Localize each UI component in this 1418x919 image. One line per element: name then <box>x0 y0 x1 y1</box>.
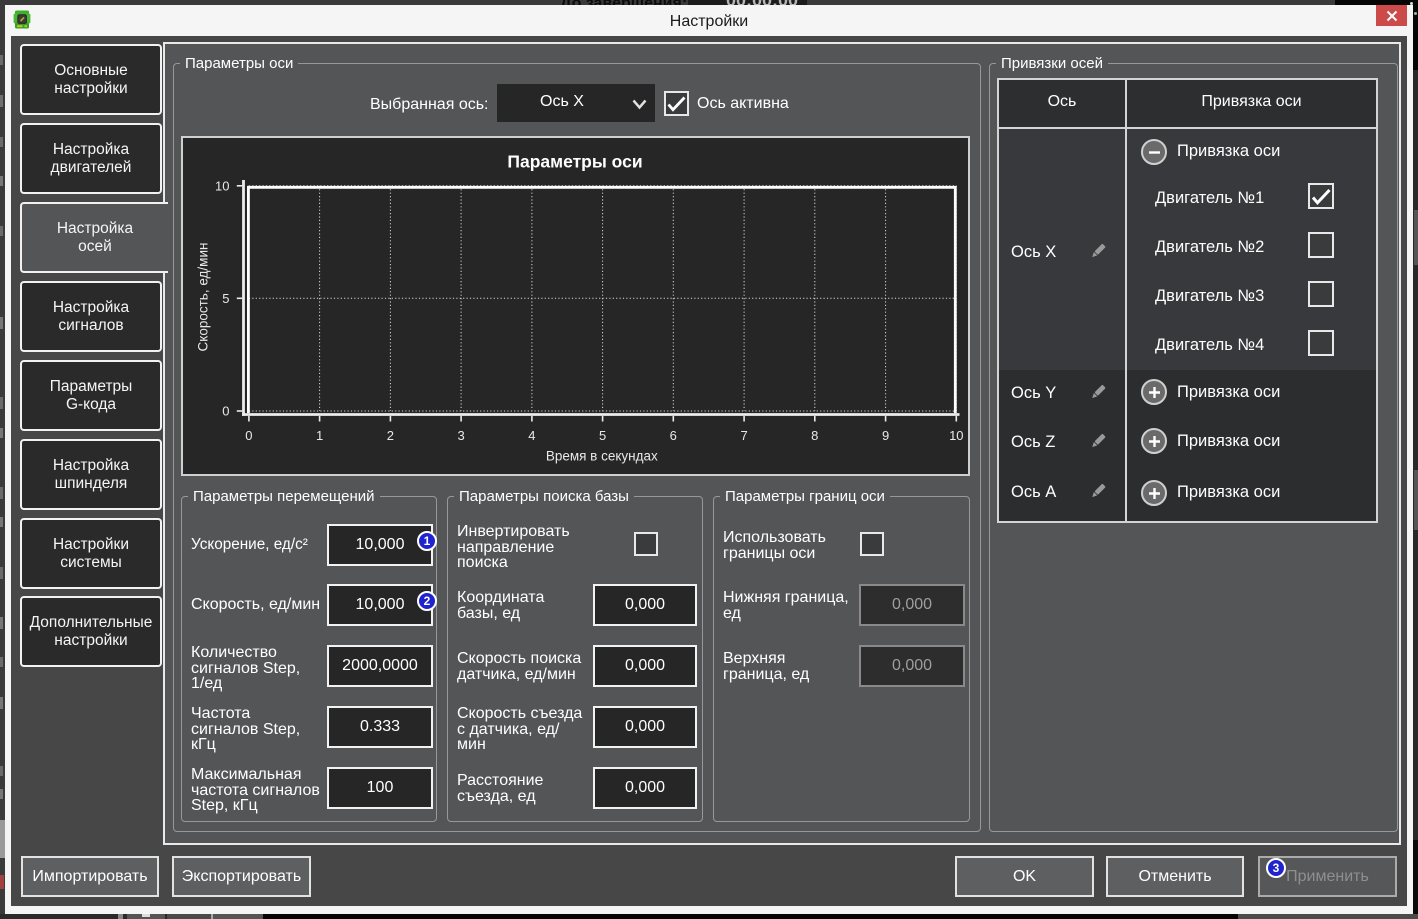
svg-text:5: 5 <box>222 291 229 306</box>
svg-text:5: 5 <box>599 428 606 443</box>
svg-text:Время в секундах: Время в секундах <box>546 449 658 464</box>
svg-text:Параметры оси: Параметры оси <box>507 152 642 172</box>
svg-text:6: 6 <box>670 428 677 443</box>
svg-text:10: 10 <box>949 428 963 443</box>
svg-text:1: 1 <box>316 428 323 443</box>
svg-text:7: 7 <box>740 428 747 443</box>
svg-text:0: 0 <box>222 404 229 419</box>
svg-text:Скорость, ед/мин: Скорость, ед/мин <box>196 243 211 352</box>
svg-text:2: 2 <box>387 428 394 443</box>
svg-text:9: 9 <box>882 428 889 443</box>
svg-text:4: 4 <box>528 428 535 443</box>
svg-text:0: 0 <box>245 428 252 443</box>
svg-text:8: 8 <box>811 428 818 443</box>
svg-text:10: 10 <box>215 179 229 194</box>
svg-text:3: 3 <box>457 428 464 443</box>
